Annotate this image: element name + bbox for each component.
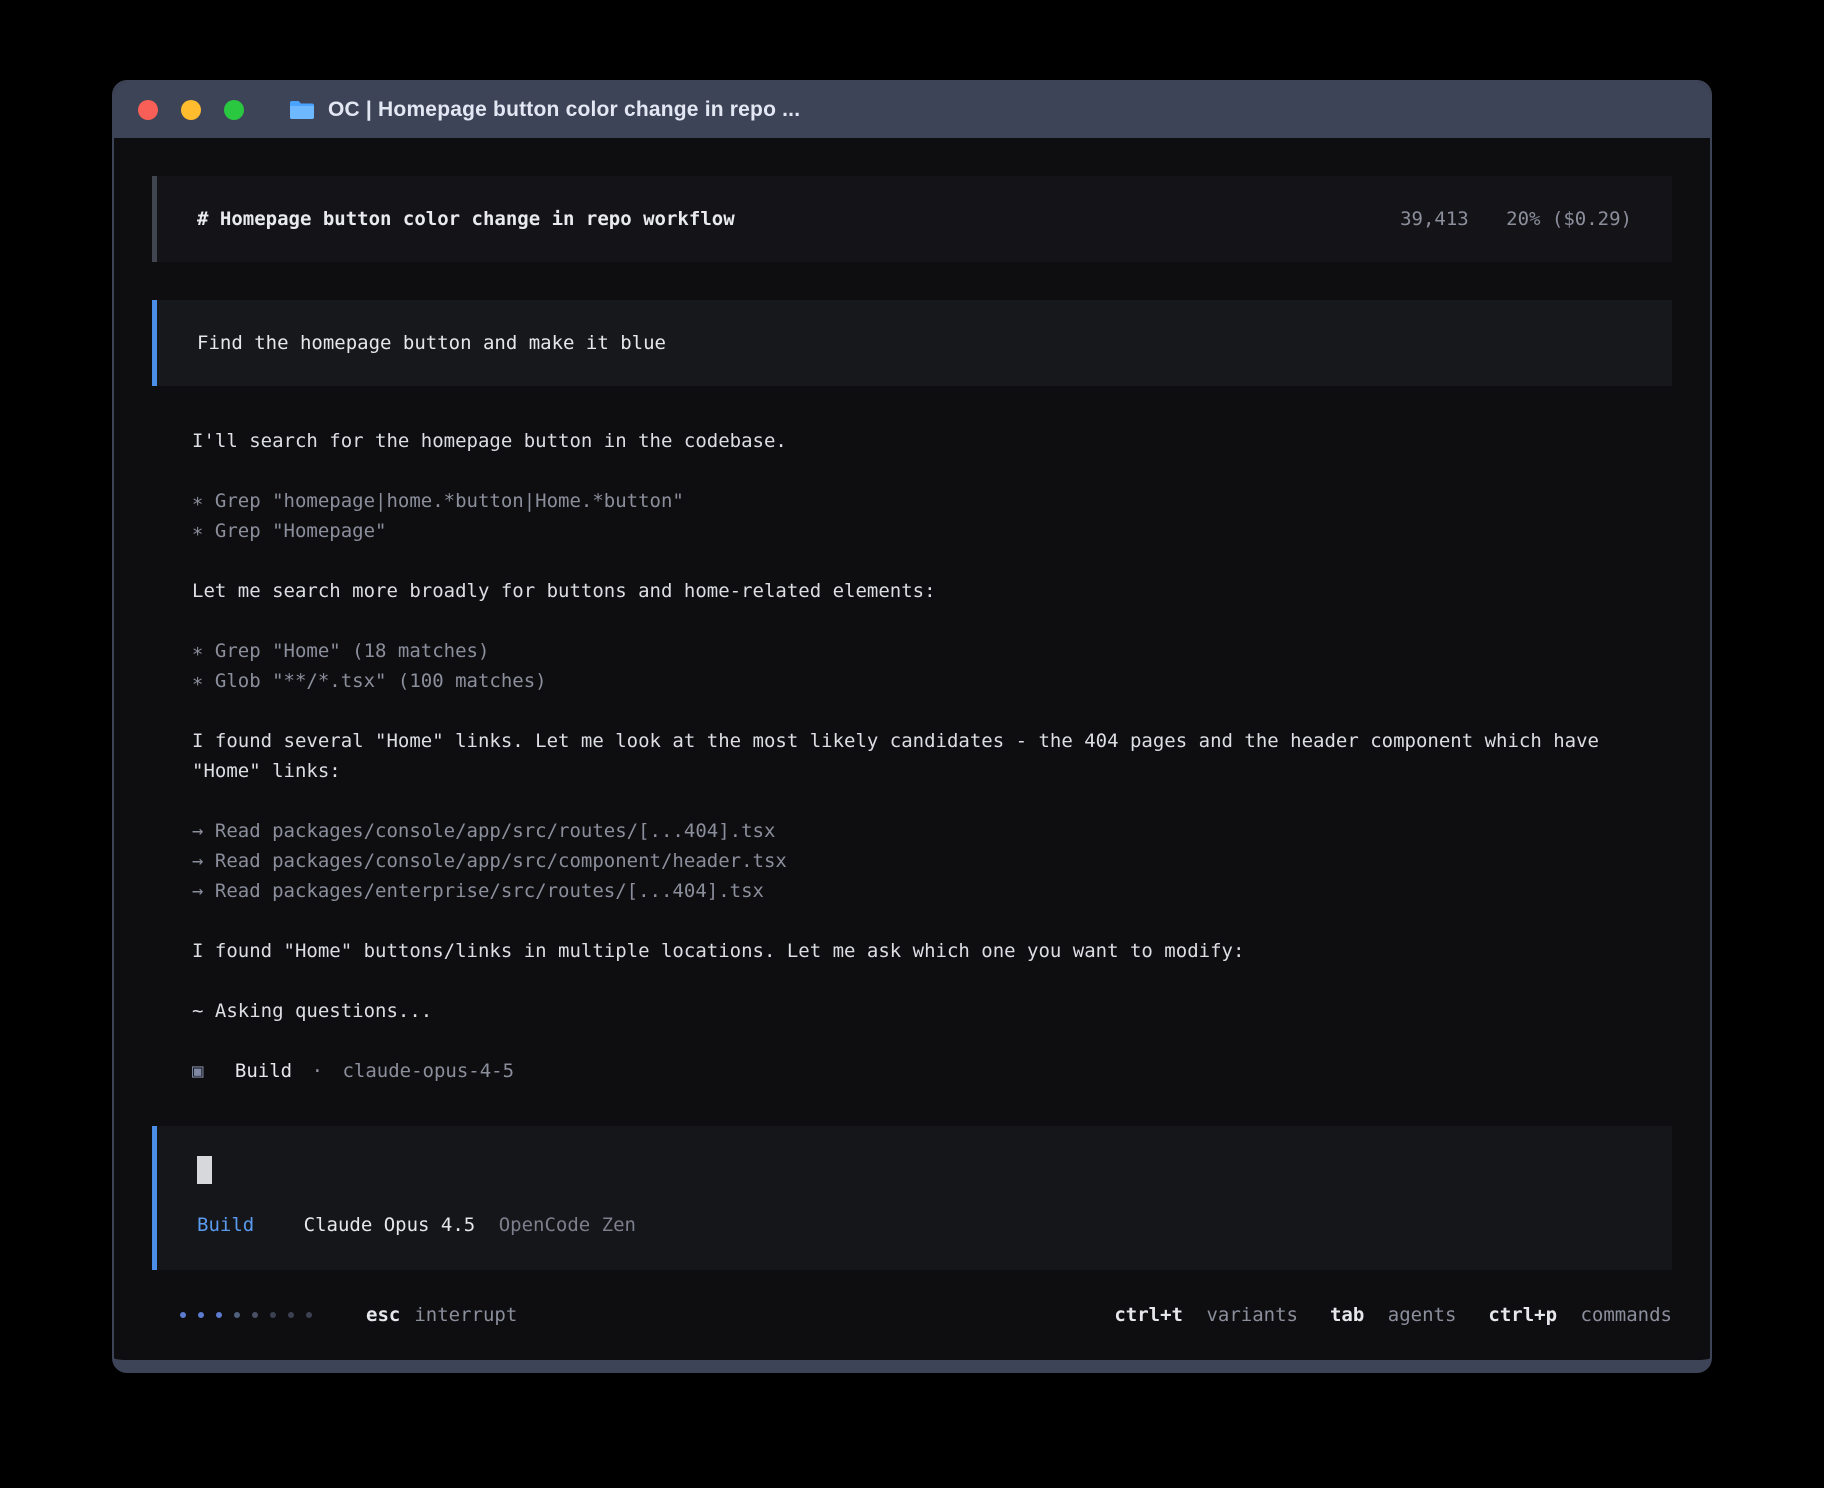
prompt-input-line[interactable]	[197, 1156, 1632, 1188]
tool-call-read: → Read packages/enterprise/src/routes/[.…	[192, 876, 1632, 906]
terminal-content: # Homepage button color change in repo w…	[114, 138, 1710, 1360]
tool-call-glob: ∗ Glob "**/*.tsx" (100 matches)	[192, 666, 1632, 696]
tool-call-grep: ∗ Grep "Homepage"	[192, 516, 1632, 546]
folder-icon	[289, 99, 315, 121]
assistant-text: Let me search more broadly for buttons a…	[192, 576, 1632, 606]
esc-key-hint: esc	[366, 1300, 400, 1330]
agent-model: claude-opus-4-5	[342, 1060, 514, 1082]
session-stats: 39,413 20% ($0.29)	[1400, 204, 1632, 234]
provider-label: OpenCode Zen	[499, 1214, 636, 1236]
agent-separator: ·	[312, 1060, 323, 1082]
context-usage: 20% ($0.29)	[1506, 208, 1632, 230]
zoom-button[interactable]	[224, 100, 244, 120]
assistant-status-text: ~ Asking questions...	[192, 996, 1632, 1026]
traffic-lights	[138, 100, 267, 120]
shortcut-commands: ctrl+p commands	[1488, 1300, 1672, 1330]
model-label: Claude Opus 4.5	[304, 1214, 476, 1236]
assistant-text: I found several "Home" links. Let me loo…	[192, 726, 1632, 786]
assistant-text: I found "Home" buttons/links in multiple…	[192, 936, 1632, 966]
prompt-footer: Build Claude Opus 4.5 OpenCode Zen	[197, 1210, 1632, 1240]
tool-call-read: → Read packages/console/app/src/componen…	[192, 846, 1632, 876]
user-message: Find the homepage button and make it blu…	[152, 300, 1672, 386]
terminal-window: OC | Homepage button color change in rep…	[112, 80, 1712, 1373]
assistant-text: I'll search for the homepage button in t…	[192, 426, 1632, 456]
tool-call-read: → Read packages/console/app/src/routes/[…	[192, 816, 1632, 846]
agent-name: Build	[235, 1060, 292, 1082]
user-message-text: Find the homepage button and make it blu…	[197, 332, 666, 354]
shortcut-variants: ctrl+t variants	[1114, 1300, 1298, 1330]
session-title: # Homepage button color change in repo w…	[197, 204, 735, 234]
prompt-input[interactable]: Build Claude Opus 4.5 OpenCode Zen	[152, 1126, 1672, 1270]
mode-label: Build	[197, 1214, 254, 1236]
tool-call-grep: ∗ Grep "Home" (18 matches)	[192, 636, 1632, 666]
agent-icon: ▣	[192, 1060, 203, 1082]
esc-key-label: interrupt	[414, 1300, 517, 1330]
spinner-dots	[180, 1312, 324, 1318]
minimize-button[interactable]	[181, 100, 201, 120]
text-cursor	[197, 1156, 212, 1184]
close-button[interactable]	[138, 100, 158, 120]
status-bar-right: ctrl+t variants tab agents ctrl+p comman…	[1082, 1300, 1672, 1330]
titlebar: OC | Homepage button color change in rep…	[114, 82, 1710, 138]
window-title: OC | Homepage button color change in rep…	[328, 98, 800, 122]
transcript: I'll search for the homepage button in t…	[152, 386, 1672, 1086]
shortcut-agents: tab agents	[1330, 1300, 1456, 1330]
session-header: # Homepage button color change in repo w…	[152, 176, 1672, 262]
status-bar-left: esc interrupt	[152, 1300, 517, 1330]
status-bar: esc interrupt ctrl+t variants tab agents…	[152, 1300, 1672, 1330]
tool-call-grep: ∗ Grep "homepage|home.*button|Home.*butt…	[192, 486, 1632, 516]
agent-status: ▣ Build · claude-opus-4-5	[192, 1056, 1632, 1086]
token-count: 39,413	[1400, 208, 1469, 230]
